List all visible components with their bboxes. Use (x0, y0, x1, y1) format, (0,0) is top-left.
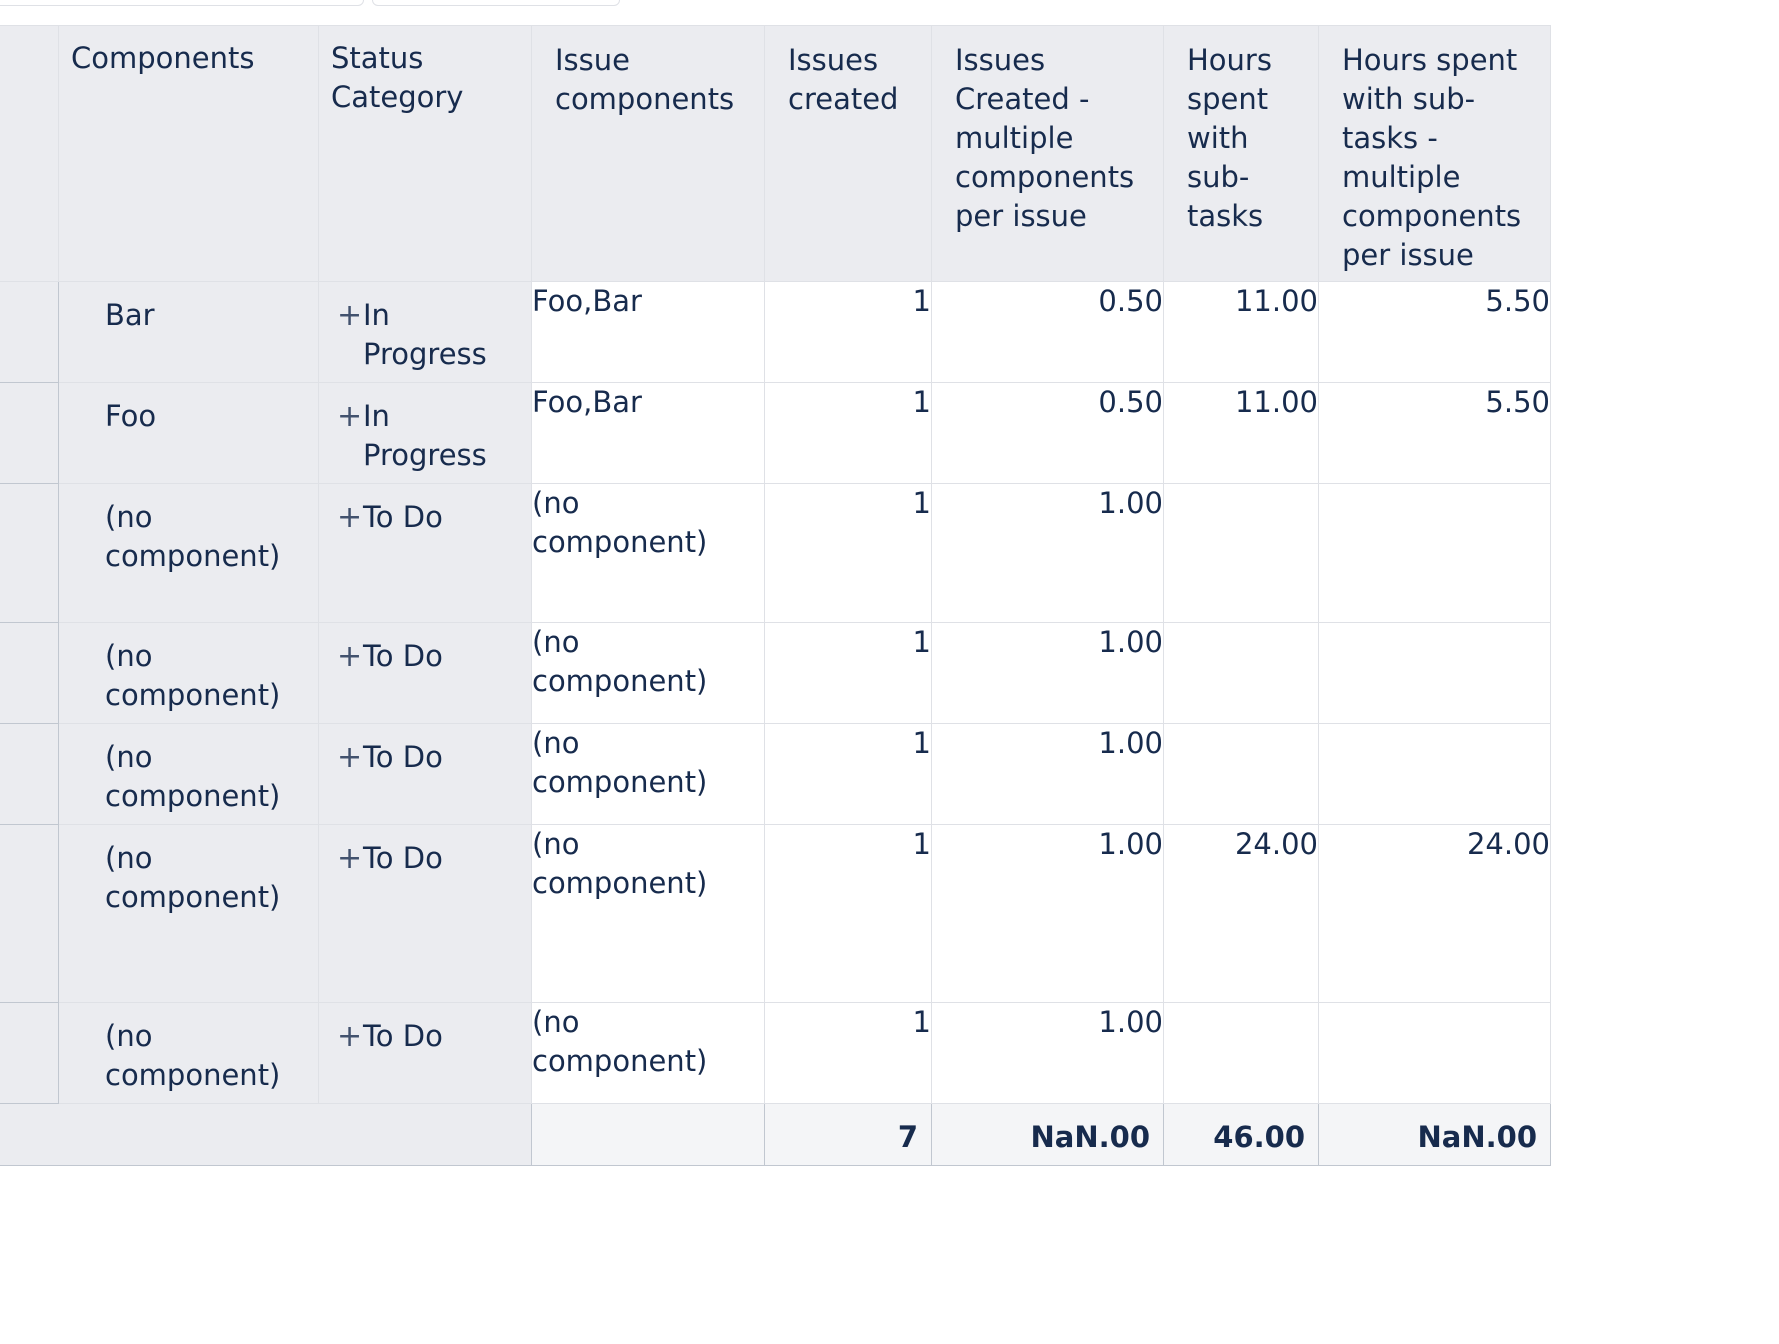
status-cell[interactable]: +To Do (318, 723, 532, 825)
issues-created-cell[interactable]: 1 (764, 382, 932, 484)
totals-row: 7 NaN.00 46.00 NaN.00 (0, 1103, 1551, 1166)
total-issues-multi: NaN.00 (931, 1103, 1164, 1166)
status-cell[interactable]: +To Do (318, 622, 532, 724)
row-leading-cell (0, 382, 59, 484)
row-leading-cell (0, 723, 59, 825)
hours-multi-cell[interactable]: 24.00 (1318, 824, 1551, 1003)
plus-icon[interactable]: + (337, 637, 363, 676)
row-leading-cell (0, 824, 59, 1003)
plus-icon[interactable]: + (337, 738, 363, 777)
issue-components-cell: Foo,Bar (531, 281, 765, 383)
component-cell: (no component) (58, 622, 319, 724)
hours-multi-cell[interactable] (1318, 622, 1551, 724)
status-label: To Do (363, 639, 443, 673)
status-label: To Do (363, 500, 443, 534)
issues-multi-cell[interactable]: 0.50 (931, 382, 1164, 484)
issues-created-cell[interactable]: 1 (764, 824, 932, 1003)
tab-1[interactable] (0, 0, 364, 6)
hours-cell[interactable]: 11.00 (1163, 382, 1319, 484)
total-hours: 46.00 (1163, 1103, 1319, 1166)
hours-multi-cell[interactable] (1318, 1002, 1551, 1104)
component-cell: (no component) (58, 824, 319, 1003)
hours-multi-cell[interactable]: 5.50 (1318, 382, 1551, 484)
table-row: (no component) +To Do (no component) 1 1… (0, 483, 1551, 623)
status-label: To Do (363, 841, 443, 875)
hours-cell[interactable]: 11.00 (1163, 281, 1319, 383)
issues-created-cell[interactable]: 1 (764, 723, 932, 825)
totals-blank-cell (531, 1103, 765, 1166)
component-cell: (no component) (58, 1002, 319, 1104)
total-issues-created: 7 (764, 1103, 932, 1166)
total-hours-multi: NaN.00 (1318, 1103, 1551, 1166)
issue-components-cell: Foo,Bar (531, 382, 765, 484)
tab-strip (0, 0, 800, 6)
row-leading-cell (0, 1002, 59, 1104)
hours-multi-cell[interactable]: 5.50 (1318, 281, 1551, 383)
table-row: (no component) +To Do (no component) 1 1… (0, 723, 1551, 825)
plus-icon[interactable]: + (337, 1017, 363, 1056)
header-issues-created-multi[interactable]: Issues Created - multiple components per… (931, 25, 1164, 282)
totals-label-cell (0, 1103, 532, 1166)
status-cell[interactable]: +In Progress (318, 382, 532, 484)
status-cell[interactable]: +In Progress (318, 281, 532, 383)
plus-icon[interactable]: + (337, 296, 363, 335)
tab-2[interactable] (372, 0, 620, 6)
plus-icon[interactable]: + (337, 498, 363, 537)
hours-cell[interactable] (1163, 622, 1319, 724)
row-leading-cell (0, 622, 59, 724)
status-label: In Progress (363, 399, 487, 472)
component-cell: Bar (58, 281, 319, 383)
issue-components-cell: (no component) (531, 1002, 765, 1104)
hours-cell[interactable] (1163, 723, 1319, 825)
issues-multi-cell[interactable]: 1.00 (931, 483, 1164, 623)
status-label: In Progress (363, 298, 487, 371)
header-status-category[interactable]: Status Category (318, 25, 532, 282)
plus-icon[interactable]: + (337, 397, 363, 436)
component-cell: (no component) (58, 723, 319, 825)
issues-multi-cell[interactable]: 1.00 (931, 622, 1164, 724)
issues-created-cell[interactable]: 1 (764, 281, 932, 383)
issues-multi-cell[interactable]: 1.00 (931, 723, 1164, 825)
status-label: To Do (363, 1019, 443, 1053)
header-leading (0, 25, 59, 282)
row-leading-cell (0, 281, 59, 383)
status-cell[interactable]: +To Do (318, 1002, 532, 1104)
hours-cell[interactable] (1163, 1002, 1319, 1104)
status-cell[interactable]: +To Do (318, 824, 532, 1003)
issue-components-cell: (no component) (531, 723, 765, 825)
component-cell: Foo (58, 382, 319, 484)
status-cell[interactable]: +To Do (318, 483, 532, 623)
issues-created-cell[interactable]: 1 (764, 622, 932, 724)
issues-multi-cell[interactable]: 1.00 (931, 824, 1164, 1003)
header-components[interactable]: Components (58, 25, 319, 282)
header-issue-components[interactable]: Issue components (531, 25, 765, 282)
hours-cell[interactable]: 24.00 (1163, 824, 1319, 1003)
header-hours-spent[interactable]: Hours spent with sub-tasks (1163, 25, 1319, 282)
table-row: (no component) +To Do (no component) 1 1… (0, 824, 1551, 1003)
issues-multi-cell[interactable]: 1.00 (931, 1002, 1164, 1104)
hours-multi-cell[interactable] (1318, 723, 1551, 825)
issue-components-cell: (no component) (531, 622, 765, 724)
table-row: (no component) +To Do (no component) 1 1… (0, 622, 1551, 724)
plus-icon[interactable]: + (337, 839, 363, 878)
issue-components-cell: (no component) (531, 824, 765, 1003)
header-hours-spent-multi[interactable]: Hours spent with sub-tasks - multiple co… (1318, 25, 1551, 282)
row-leading-cell (0, 483, 59, 623)
table-row: (no component) +To Do (no component) 1 1… (0, 1002, 1551, 1104)
table-row: Foo +In Progress Foo,Bar 1 0.50 11.00 5.… (0, 382, 1551, 484)
issues-created-cell[interactable]: 1 (764, 1002, 932, 1104)
issue-components-cell: (no component) (531, 483, 765, 623)
issues-created-cell[interactable]: 1 (764, 483, 932, 623)
hours-cell[interactable] (1163, 483, 1319, 623)
issues-multi-cell[interactable]: 0.50 (931, 281, 1164, 383)
status-label: To Do (363, 740, 443, 774)
component-cell: (no component) (58, 483, 319, 623)
table-row: Bar +In Progress Foo,Bar 1 0.50 11.00 5.… (0, 281, 1551, 383)
hours-multi-cell[interactable] (1318, 483, 1551, 623)
report-table: Components Status Category Issue compone… (0, 25, 1551, 1166)
header-issues-created[interactable]: Issues created (764, 25, 932, 282)
header-row: Components Status Category Issue compone… (0, 25, 1551, 282)
